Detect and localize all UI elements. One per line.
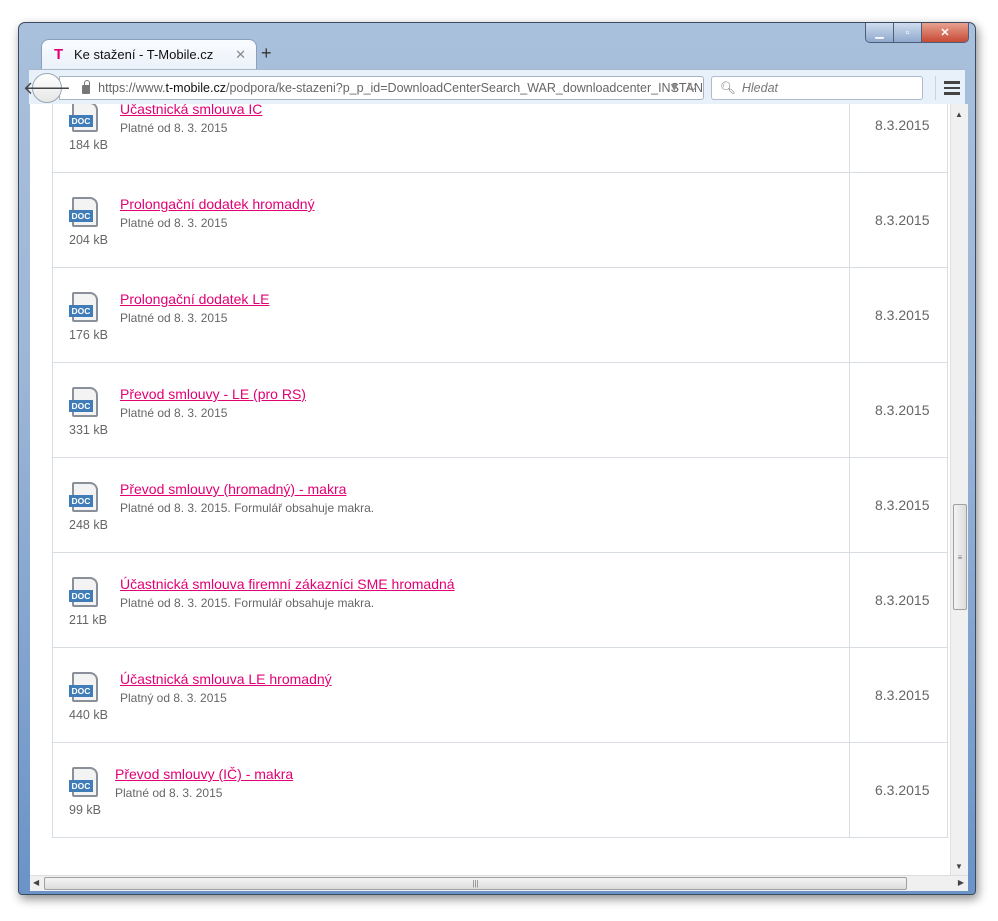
document-date: 8.3.2015: [875, 402, 930, 418]
column-divider: [849, 363, 850, 457]
file-size: 184 kB: [69, 138, 108, 152]
document-link[interactable]: Účastnická smlouva IČ: [120, 104, 262, 117]
tab-active[interactable]: T Ke stažení - T-Mobile.cz ✕: [41, 39, 257, 69]
document-link[interactable]: Účastnická smlouva firemní zákazníci SME…: [120, 576, 455, 592]
file-size: 331 kB: [69, 423, 108, 437]
document-date: 8.3.2015: [875, 687, 930, 703]
document-row: DOC 211 kB Účastnická smlouva firemní zá…: [53, 553, 947, 648]
document-date: 8.3.2015: [875, 117, 930, 133]
document-row: DOC 204 kB Prolongační dodatek hromadný …: [53, 173, 947, 268]
document-row: DOC 248 kB Převod smlouvy (hromadný) - m…: [53, 458, 947, 553]
document-note: Platné od 8. 3. 2015: [120, 216, 228, 230]
documents-table: DOC 184 kB Účastnická smlouva IČ Platné …: [52, 104, 948, 838]
document-date: 8.3.2015: [875, 497, 930, 513]
file-size: 248 kB: [69, 518, 108, 532]
document-date: 8.3.2015: [875, 307, 930, 323]
document-date: 8.3.2015: [875, 592, 930, 608]
dropdown-arrow-icon[interactable]: ▼: [668, 80, 680, 94]
search-input[interactable]: 🔍︎ Hledat: [711, 76, 923, 100]
document-link[interactable]: Prolongační dodatek hromadný: [120, 196, 315, 212]
scroll-right-icon[interactable]: ▶: [958, 878, 964, 887]
search-icon: 🔍︎: [720, 80, 736, 95]
column-divider: [849, 268, 850, 362]
navigation-toolbar: https://www. t-mobile.cz/podpora/ke-staze…: [23, 69, 965, 105]
document-date: 8.3.2015: [875, 212, 930, 228]
scroll-up-icon[interactable]: ▲: [955, 110, 963, 119]
doc-file-icon[interactable]: DOC: [69, 292, 101, 322]
column-divider: [849, 104, 850, 172]
document-link[interactable]: Převod smlouvy (hromadný) - makra: [120, 481, 346, 497]
close-tab-icon[interactable]: ✕: [235, 47, 246, 63]
document-date: 6.3.2015: [875, 782, 930, 798]
document-note: Platné od 8. 3. 2015: [115, 786, 223, 800]
vertical-scrollbar[interactable]: ▲ ≡ ▼: [950, 104, 968, 875]
doc-file-icon[interactable]: DOC: [69, 104, 101, 132]
new-tab-button[interactable]: +: [261, 43, 272, 64]
reload-icon[interactable]: ↻: [687, 80, 697, 94]
minimize-button[interactable]: ▁: [866, 23, 894, 42]
document-row: DOC 440 kB Účastnická smlouva LE hromadn…: [53, 648, 947, 743]
scroll-down-icon[interactable]: ▼: [955, 862, 963, 871]
document-row: DOC 331 kB Převod smlouvy - LE (pro RS) …: [53, 363, 947, 458]
column-divider: [849, 458, 850, 552]
document-row: DOC 184 kB Účastnická smlouva IČ Platné …: [53, 104, 947, 173]
window-controls: ▁ ▫ ✕: [865, 23, 969, 43]
maximize-button[interactable]: ▫: [894, 23, 922, 42]
close-window-button[interactable]: ✕: [922, 23, 968, 42]
url-domain: t-mobile.cz: [165, 81, 226, 95]
page-content: DOC 184 kB Účastnická smlouva IČ Platné …: [30, 104, 950, 875]
doc-file-icon[interactable]: DOC: [69, 767, 101, 797]
column-divider: [849, 553, 850, 647]
document-note: Platné od 8. 3. 2015. Formulář obsahuje …: [120, 501, 375, 515]
doc-file-icon[interactable]: DOC: [69, 577, 101, 607]
document-link[interactable]: Převod smlouvy - LE (pro RS): [120, 386, 306, 402]
document-link[interactable]: Převod smlouvy (IČ) - makra: [115, 766, 293, 782]
file-size: 176 kB: [69, 328, 108, 342]
browser-window: ▁ ▫ ✕ T Ke stažení - T-Mobile.cz ✕ + htt…: [18, 22, 976, 895]
search-placeholder: Hledat: [741, 81, 779, 95]
doc-file-icon[interactable]: DOC: [69, 197, 101, 227]
document-link[interactable]: Prolongační dodatek LE: [120, 291, 269, 307]
scroll-left-icon[interactable]: ◀: [33, 878, 39, 887]
document-note: Platné od 8. 3. 2015: [120, 311, 228, 325]
document-note: Platné od 8. 3. 2015. Formulář obsahuje …: [120, 596, 375, 610]
file-size: 211 kB: [69, 613, 107, 627]
doc-file-icon[interactable]: DOC: [69, 672, 101, 702]
back-arrow-icon: 🡐: [22, 77, 72, 98]
column-divider: [849, 743, 850, 837]
column-divider: [849, 648, 850, 742]
doc-file-icon[interactable]: DOC: [69, 482, 101, 512]
file-size: 99 kB: [69, 803, 101, 817]
document-link[interactable]: Účastnická smlouva LE hromadný: [120, 671, 332, 687]
lock-icon: [81, 80, 91, 94]
vertical-scroll-thumb[interactable]: ≡: [953, 504, 967, 610]
file-size: 204 kB: [69, 233, 108, 247]
url-bar[interactable]: https://www. t-mobile.cz/podpora/ke-staze…: [59, 76, 704, 100]
document-row: DOC 99 kB Převod smlouvy (IČ) - makra Pl…: [53, 743, 947, 838]
document-row: DOC 176 kB Prolongační dodatek LE Platné…: [53, 268, 947, 363]
horizontal-scrollbar[interactable]: ◀ ||| ▶: [30, 875, 968, 891]
back-button[interactable]: 🡐: [23, 73, 71, 103]
url-prefix: https://www.: [98, 81, 166, 95]
column-divider: [849, 173, 850, 267]
document-note: Platné od 8. 3. 2015: [120, 121, 228, 135]
horizontal-scroll-thumb[interactable]: |||: [44, 877, 907, 890]
file-size: 440 kB: [69, 708, 108, 722]
url-path: /podpora/ke-stazeni?p_p_id=DownloadCente…: [225, 81, 703, 95]
document-note: Platné od 8. 3. 2015: [120, 406, 228, 420]
t-mobile-logo-icon: T: [54, 45, 64, 63]
hamburger-menu-icon[interactable]: [935, 76, 960, 100]
tab-title: Ke stažení - T-Mobile.cz: [74, 47, 214, 62]
doc-file-icon[interactable]: DOC: [69, 387, 101, 417]
document-note: Platný od 8. 3. 2015: [120, 691, 227, 705]
